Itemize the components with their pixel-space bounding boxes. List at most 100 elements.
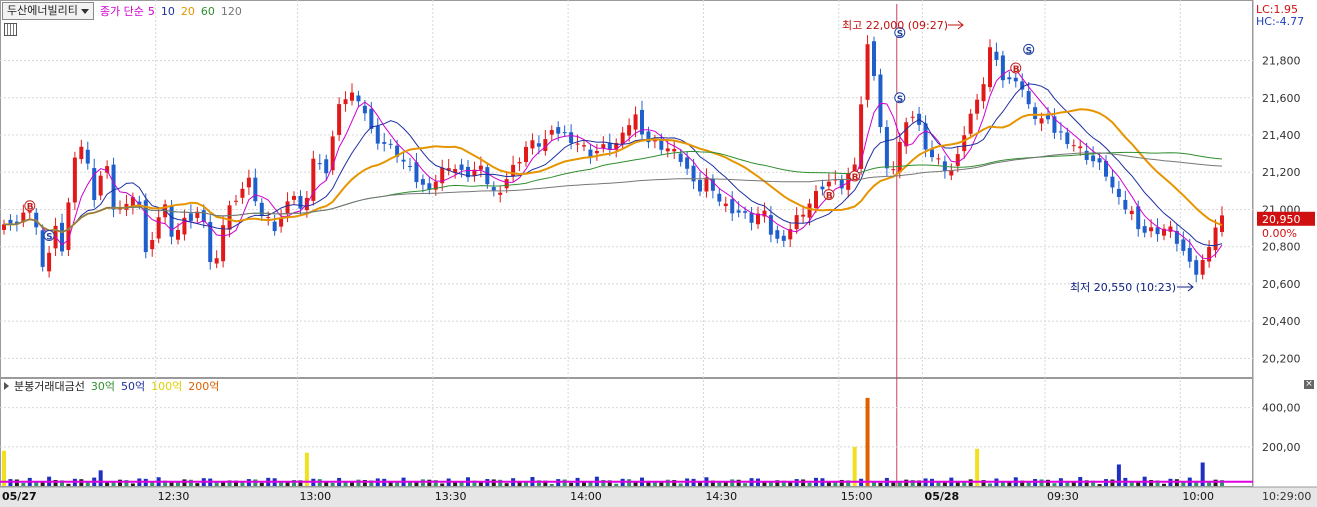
volume-bar <box>1129 481 1134 486</box>
candle-body <box>511 164 516 177</box>
volume-tick-label: 200,00 <box>1262 441 1301 454</box>
time-axis-band <box>0 487 1317 507</box>
candle-body <box>723 203 728 207</box>
volume-bar <box>195 483 200 486</box>
candle-body <box>266 217 271 219</box>
candle-body <box>504 179 509 189</box>
volume-bar <box>569 482 574 486</box>
candle-body <box>930 149 934 158</box>
ma-period-10[interactable]: 10 <box>161 5 175 18</box>
volume-bar <box>466 477 470 486</box>
lc-label: LC:1.95 <box>1256 3 1298 16</box>
candle-body <box>272 221 277 232</box>
grid-settings-icon[interactable] <box>4 23 17 36</box>
volume-bar <box>1200 462 1205 486</box>
candle-body <box>375 125 380 144</box>
candle-body <box>337 104 342 135</box>
volume-bar <box>659 481 664 486</box>
close-pane-icon[interactable]: × <box>1304 380 1314 389</box>
volume-bar <box>388 482 393 486</box>
ma-period-20[interactable]: 20 <box>181 5 195 18</box>
volume-bar <box>98 470 103 486</box>
candle-body <box>1065 132 1070 145</box>
candle-body <box>124 203 129 210</box>
candle-body <box>369 108 374 129</box>
volume-bar <box>304 452 309 486</box>
candle-body <box>92 168 97 200</box>
candle-body <box>453 169 458 173</box>
volume-bar <box>1194 480 1199 486</box>
candle-body <box>1149 227 1154 232</box>
collapse-arrow-icon[interactable] <box>4 382 9 390</box>
candle-body <box>208 222 213 263</box>
volume-bar <box>794 479 799 486</box>
candle-body <box>582 145 586 147</box>
volume-bar <box>543 480 548 486</box>
volume-bar <box>807 482 812 486</box>
volume-bar <box>60 480 64 486</box>
ma-period-120[interactable]: 120 <box>221 5 242 18</box>
volume-bar <box>266 477 271 486</box>
candle-body <box>530 140 535 149</box>
volume-pane-frame <box>0 378 1253 487</box>
candle-body <box>498 192 503 195</box>
candle-body <box>833 179 838 181</box>
volume-bar <box>2 450 6 486</box>
candle-body <box>446 168 451 171</box>
volume-bar <box>1039 479 1044 486</box>
volume-bar <box>762 481 767 486</box>
candle-body <box>40 230 45 267</box>
volume-bar <box>440 483 445 486</box>
volume-bar <box>768 482 773 486</box>
candle-body <box>491 187 496 191</box>
volume-bar <box>646 480 651 486</box>
volume-bar <box>749 478 754 486</box>
volume-bar <box>1052 483 1057 486</box>
candle-body <box>698 179 702 192</box>
ma-period-5[interactable]: 5 <box>148 5 155 18</box>
buy-marker <box>1010 62 1022 74</box>
candle-body <box>781 235 786 241</box>
volume-bar <box>504 483 509 486</box>
volume-bar <box>182 479 187 486</box>
candle-body <box>614 142 619 150</box>
volume-bar <box>1155 480 1160 486</box>
ticker-selector[interactable]: 두산에너빌리티 <box>2 2 94 20</box>
chart-window: 두산에너빌리티 종가 단순 5 10 20 60 120 21,800 21,60… <box>0 0 1317 507</box>
candle-body <box>1058 131 1063 133</box>
volume-bar <box>665 479 670 486</box>
candle-body <box>846 173 851 190</box>
candle-body <box>878 74 883 128</box>
volume-bar <box>124 480 129 486</box>
candle-body <box>1174 230 1179 244</box>
volume-bar <box>936 482 941 486</box>
candle-body <box>1194 260 1199 275</box>
volume-bar <box>337 477 342 486</box>
sell-marker <box>1023 43 1035 55</box>
candle-body <box>47 252 52 272</box>
candle-body <box>221 225 226 262</box>
ma-60-line <box>3 150 1223 233</box>
volume-bar <box>1136 481 1141 486</box>
volume-bar <box>285 481 290 486</box>
candle-body <box>968 113 973 134</box>
candle-body <box>936 158 941 160</box>
candle-body <box>640 109 644 135</box>
volume-bar <box>272 478 277 486</box>
volume-bar <box>176 481 180 486</box>
candle-body <box>79 146 84 160</box>
candle-body <box>1116 188 1121 197</box>
volume-bar <box>298 480 303 486</box>
candle-body <box>917 113 922 125</box>
candle-body <box>2 224 6 230</box>
volume-bar <box>375 478 380 486</box>
volume-bar <box>859 478 864 486</box>
volume-bar <box>420 479 425 486</box>
dropdown-arrow-icon[interactable] <box>80 8 89 14</box>
candle-body <box>143 200 148 253</box>
volume-bar <box>156 477 161 486</box>
ma-period-60[interactable]: 60 <box>201 5 215 18</box>
candle-body <box>633 114 638 130</box>
time-tick-label: 05/28 <box>925 490 960 503</box>
candle-body <box>865 44 870 100</box>
